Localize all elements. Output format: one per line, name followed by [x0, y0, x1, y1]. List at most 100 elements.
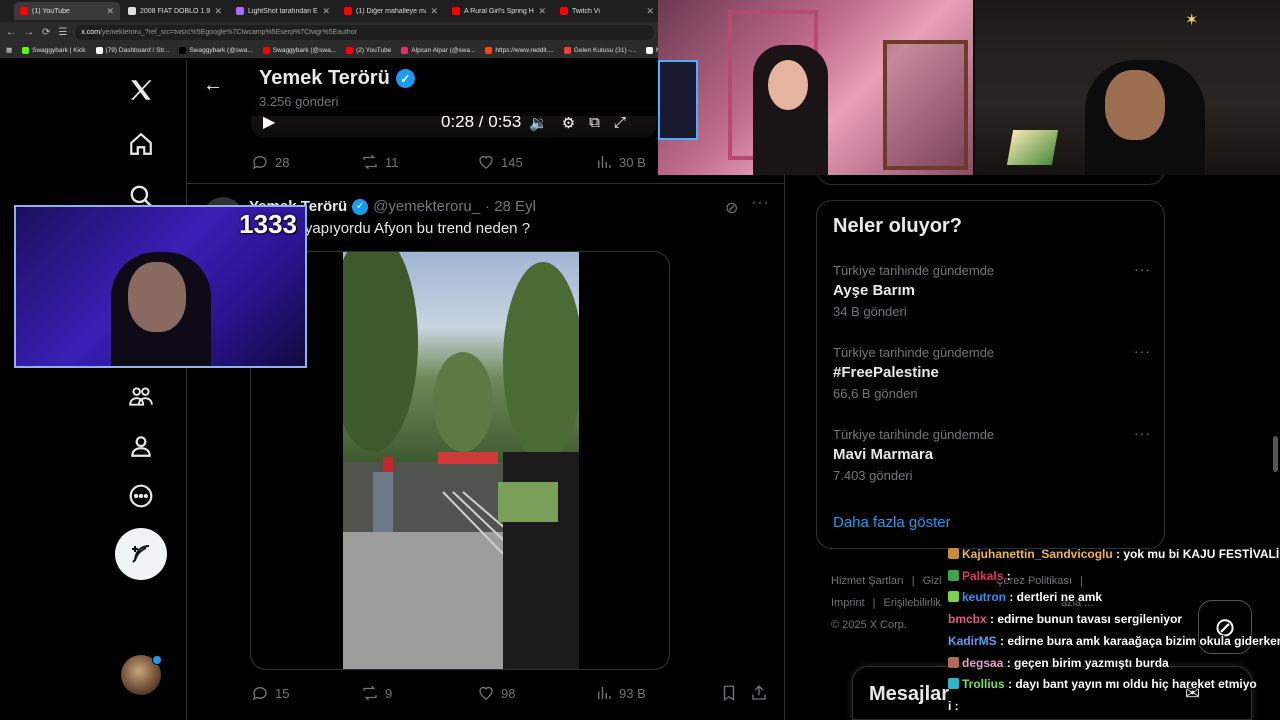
share-button[interactable]	[750, 684, 768, 702]
verified-badge-icon: ✓	[395, 69, 415, 88]
terms-link[interactable]: Hizmet Şartları	[831, 575, 904, 587]
chat-text: : yok mu bi KAJU FESTİVALİ	[1112, 547, 1280, 561]
chat-text: :	[1003, 568, 1011, 583]
tab-favicon-icon	[452, 7, 460, 15]
trends-title: Neler oluyor?	[833, 215, 962, 237]
tab-favicon-icon	[344, 7, 352, 15]
browser-tab[interactable]: LightShot tarafından Ekran Görün ✕	[230, 2, 336, 20]
back-arrow-icon[interactable]: ←	[203, 74, 223, 97]
accessibility-link[interactable]: Erişilebilirlik	[883, 597, 940, 609]
browser-tab[interactable]: Twitch Vi ✕	[554, 2, 660, 20]
chat-username: Kajuhanettin_Sandvicoglu	[962, 547, 1113, 561]
trend-more-icon[interactable]: ···	[1134, 425, 1151, 441]
chat-username: bmcbx	[948, 612, 987, 627]
browser-tab[interactable]: A Rural Girl's Spring Househol ✕	[446, 2, 552, 20]
repost-count: 11	[385, 154, 399, 170]
browser-tab[interactable]: (1) Diğer mahalleye masa açan ✕	[338, 2, 444, 20]
reply-count: 15	[275, 685, 290, 701]
bookmark-item[interactable]: https://www.reddit....	[485, 46, 554, 54]
site-settings-icon[interactable]: ☰	[58, 27, 67, 38]
tweet-author-handle[interactable]: @yemekteroru_	[373, 198, 480, 215]
bookmark-item[interactable]: Swaggybark | Kick	[22, 46, 86, 54]
account-avatar[interactable]	[121, 655, 162, 695]
tweet-date[interactable]: · 28 Eyl	[485, 198, 536, 215]
webcam-feed-2: ✶	[975, 0, 1280, 175]
views-button[interactable]: 93 B	[595, 684, 720, 702]
trend-more-icon[interactable]: ···	[1134, 343, 1151, 359]
bookmark-label: (79) Dashboard / Str...	[105, 46, 170, 54]
tab-close-icon[interactable]: ✕	[646, 6, 654, 17]
bookmark-item[interactable]: Swaggybark (@swa...	[179, 46, 253, 54]
like-button[interactable]: 98	[477, 684, 595, 702]
bookmark-item[interactable]: (79) Dashboard / Str...	[95, 46, 170, 54]
home-icon[interactable]	[115, 118, 167, 170]
trend-item[interactable]: Türkiye tarihinde gündemde #FreePalestin…	[833, 343, 1151, 401]
fullscreen-icon[interactable]: ⤢	[614, 114, 626, 132]
views-count: 93 B	[619, 685, 646, 701]
repost-icon	[363, 685, 377, 701]
pip-icon[interactable]: ⧉	[589, 114, 600, 132]
tab-label: (1) Diğer mahalleye masa açan	[356, 7, 426, 15]
tweet1-actions: 28 11 145 30 B	[251, 153, 646, 171]
trend-more-icon[interactable]: ···	[1134, 261, 1151, 277]
reply-button[interactable]: 28	[251, 153, 361, 171]
trend-name: #FreePalestine	[833, 364, 939, 381]
tweet2-actions: 15 9 98 93 B	[251, 684, 768, 702]
chat-text: : dayı bant yayın mı oldu hiç hareket et…	[1004, 677, 1257, 692]
browser-tab[interactable]: (1) YouTube ✕	[14, 2, 120, 20]
divider	[187, 183, 785, 184]
post-button[interactable]	[115, 528, 167, 580]
x-logo-icon[interactable]	[115, 64, 167, 116]
settings-icon[interactable]: ⚙	[562, 114, 575, 132]
bookmark-item[interactable]: (2) YouTube	[346, 46, 392, 54]
views-count: 30 B	[619, 154, 646, 170]
grok-icon[interactable]: ⊘	[725, 198, 738, 218]
tweet-video[interactable]	[250, 251, 670, 670]
trend-item[interactable]: Türkiye tarihinde gündemde Mavi Marmara …	[833, 425, 1151, 483]
chat-text: : geçen birim yazmıştı burda	[1003, 655, 1169, 670]
chat-username: Trollius	[962, 677, 1005, 692]
url-input[interactable]: x.com/yemekteroru_?ref_src=twsrc%5Egoogl…	[75, 24, 654, 40]
repost-count: 9	[385, 685, 393, 701]
volume-icon[interactable]: 🔉	[529, 114, 548, 132]
imprint-link[interactable]: Imprint	[831, 597, 865, 609]
left-navigation	[95, 60, 187, 720]
forward-nav-icon[interactable]: →	[24, 27, 34, 38]
page-scrollbar[interactable]	[1273, 436, 1278, 472]
trend-count: 66,6 B gönderi	[833, 386, 918, 401]
bookmark-item[interactable]: Gelen Kutusu (31) -...	[563, 46, 637, 54]
browser-tab[interactable]: 2008 FIAT DOBLO 1.9 MULTIJET✕	[122, 2, 228, 20]
tab-close-icon[interactable]: ✕	[322, 6, 330, 17]
trend-context: Türkiye tarihinde gündemde	[833, 263, 995, 278]
tab-close-icon[interactable]: ✕	[538, 6, 546, 17]
repost-button[interactable]: 11	[361, 153, 477, 171]
tab-close-icon[interactable]: ✕	[214, 6, 222, 17]
bookmark-button[interactable]	[720, 684, 750, 702]
profile-header: ← Yemek Terörü ✓ 3.256 gönderi	[187, 60, 657, 116]
bookmark-item[interactable]: Swaggybark (@swa...	[262, 46, 336, 54]
communities-icon[interactable]	[115, 370, 167, 422]
trend-item[interactable]: Türkiye tarihinde gündemde Ayşe Barım 34…	[833, 261, 1151, 319]
reply-button[interactable]: 15	[251, 684, 361, 702]
views-button[interactable]: 30 B	[595, 153, 646, 171]
reload-icon[interactable]: ⟳	[42, 27, 50, 38]
back-nav-icon[interactable]: ←	[6, 27, 16, 38]
trends-panel: Neler oluyor? Türkiye tarihinde gündemde…	[816, 200, 1165, 549]
messages-drawer[interactable]: Mesajlar ✉ ⌃	[852, 666, 1252, 720]
tab-label: (1) YouTube	[32, 7, 70, 15]
like-button[interactable]: 145	[477, 153, 595, 171]
chat-badge-icon	[948, 548, 959, 559]
bookmark-label: Gelen Kutusu (31) -...	[573, 46, 637, 54]
tweet-more-icon[interactable]: ···	[751, 194, 770, 212]
chat-message: keutron : dertleri ne amk	[948, 590, 1102, 604]
bookmark-item[interactable]: Alpcan Alpar (@swa...	[401, 46, 475, 54]
privacy-link[interactable]: Gizl	[923, 575, 942, 587]
profile-icon[interactable]	[115, 420, 167, 472]
more-options-icon[interactable]	[115, 470, 167, 522]
bookmark-label: (2) YouTube	[356, 46, 392, 54]
tab-close-icon[interactable]: ✕	[430, 6, 438, 17]
show-more-link[interactable]: Daha fazla göster	[833, 514, 951, 531]
apps-icon[interactable]: ▦	[6, 46, 12, 54]
repost-button[interactable]: 9	[361, 684, 477, 702]
tab-close-icon[interactable]: ✕	[106, 6, 114, 17]
